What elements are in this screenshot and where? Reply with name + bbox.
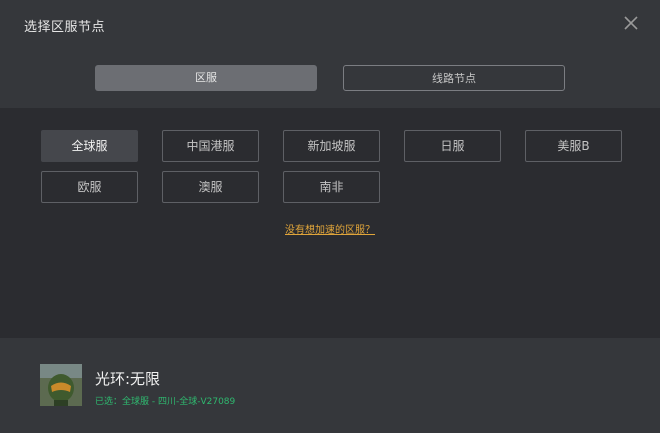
selected-game-panel: 光环:无限 已选：全球服 - 四川-全球-V27089 [0, 338, 660, 433]
helmet-icon [40, 364, 82, 406]
region-grid: 全球服 中国港服 新加坡服 日服 美服B 欧服 澳服 南非 没有想加速的区服？ [0, 108, 660, 338]
tab-bar: 区服 线路节点 [0, 46, 660, 108]
title-bar: 选择区服节点 [0, 0, 660, 46]
region-hongkong[interactable]: 中国港服 [162, 130, 259, 162]
region-global[interactable]: 全球服 [41, 130, 138, 162]
close-icon[interactable] [620, 12, 642, 34]
region-us-b[interactable]: 美服B [525, 130, 622, 162]
tab-region[interactable]: 区服 [95, 65, 317, 91]
game-name: 光环:无限 [95, 370, 161, 388]
region-south-africa[interactable]: 南非 [283, 171, 380, 203]
region-australia[interactable]: 澳服 [162, 171, 259, 203]
window-title: 选择区服节点 [24, 20, 106, 35]
region-europe[interactable]: 欧服 [41, 171, 138, 203]
selected-region-status: 已选：全球服 - 四川-全球-V27089 [95, 397, 236, 407]
missing-region-link[interactable]: 没有想加速的区服？ [0, 221, 660, 236]
game-avatar [40, 364, 82, 406]
region-japan[interactable]: 日服 [404, 130, 501, 162]
tab-route-node[interactable]: 线路节点 [343, 65, 565, 91]
region-singapore[interactable]: 新加坡服 [283, 130, 380, 162]
close-icon-graphic [624, 16, 638, 30]
